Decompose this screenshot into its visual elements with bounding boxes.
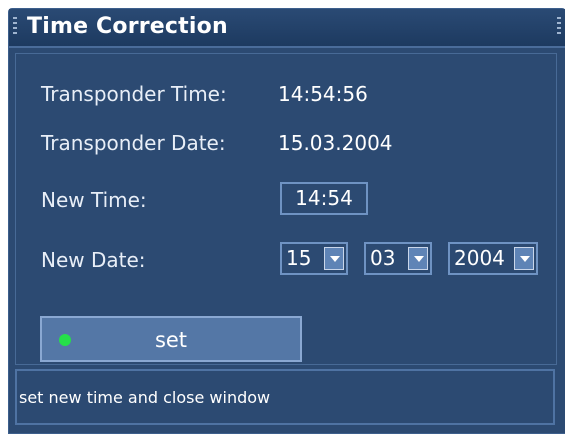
month-select[interactable]: 03 [364,242,432,275]
month-value: 03 [370,246,396,270]
day-select[interactable]: 15 [280,242,348,275]
left-grip-icon [13,17,17,37]
year-select[interactable]: 2004 [448,242,538,275]
content-panel: Transponder Time: 14:54:56 Transponder D… [15,53,557,365]
transponder-time-label: Transponder Time: [41,82,227,106]
transponder-time-value: 14:54:56 [278,82,368,106]
new-time-field[interactable]: 14:54 [280,182,368,215]
status-text: set new time and close window [19,388,271,407]
right-grip-icon [557,17,561,37]
transponder-date-label: Transponder Date: [41,131,226,155]
title-bar: Time Correction [9,9,565,48]
status-bar: set new time and close window [15,369,555,425]
set-button-label: set [154,328,188,352]
transponder-date-value: 15.03.2004 [278,131,393,155]
chevron-down-icon[interactable] [408,247,428,270]
new-date-label: New Date: [41,248,146,272]
new-time-label: New Time: [41,188,147,212]
year-value: 2004 [454,246,505,270]
time-correction-window: Time Correction Transponder Time: 14:54:… [8,8,565,434]
chevron-down-icon[interactable] [324,247,344,270]
window-title: Time Correction [27,14,228,39]
day-value: 15 [286,246,312,270]
set-button[interactable]: set [40,316,302,362]
chevron-down-icon[interactable] [514,247,534,270]
